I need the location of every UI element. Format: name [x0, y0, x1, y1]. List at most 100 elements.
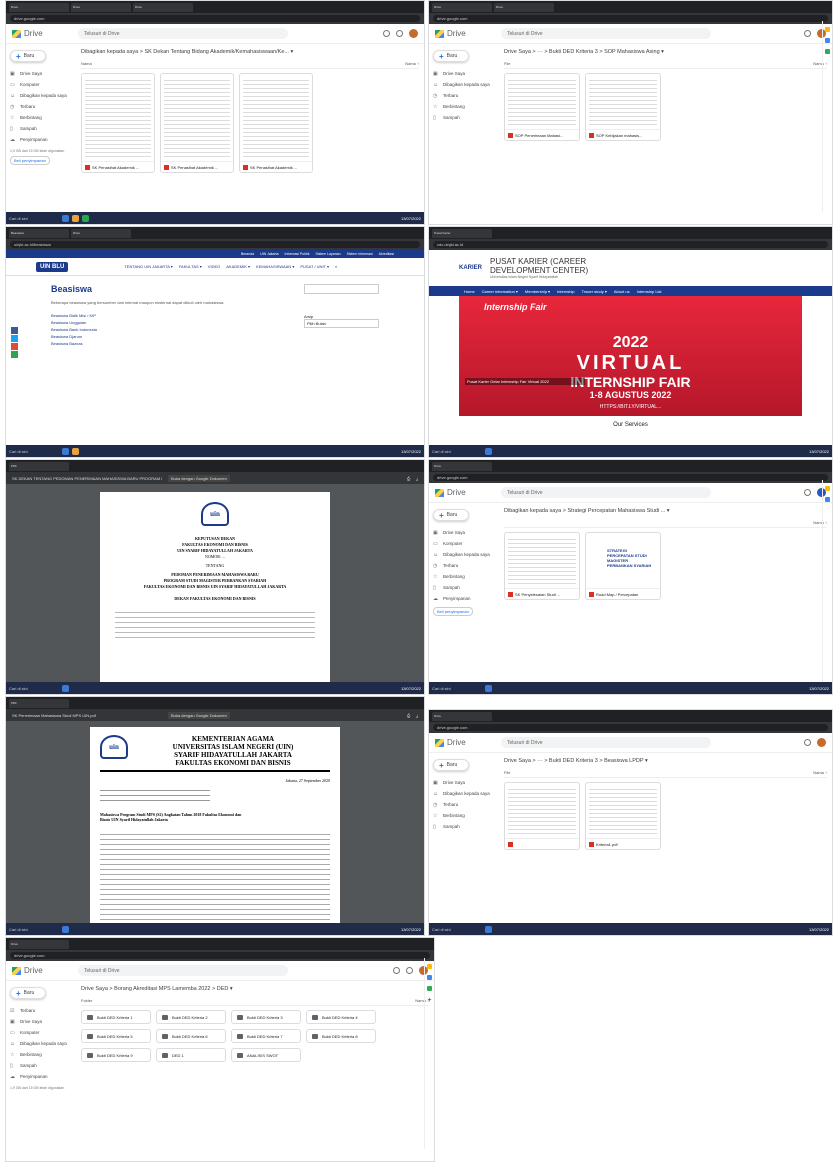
file-card[interactable]: STRATEGI PERCEPATAN STUDI MAGISTER PERBA…	[585, 532, 661, 600]
sidebar-item-recent[interactable]: ◷ Terbaru	[433, 560, 495, 571]
month-select[interactable]: Pilih Bulan	[304, 319, 379, 328]
sidebar-item-starred[interactable]: ☆ Berbintang	[433, 571, 495, 582]
breadcrumb[interactable]: Drive Saya > ··· > Bukti DED Kriteria 3 …	[504, 758, 827, 764]
help-icon[interactable]	[804, 489, 811, 496]
app-icon[interactable]	[72, 447, 79, 455]
browser-tab[interactable]: Drive	[494, 2, 554, 12]
sidebar-item-shared[interactable]: ☺ Dibagikan kepada saya	[433, 788, 495, 799]
url-field[interactable]: drive.google.com	[433, 15, 828, 22]
top-link[interactable]: UIN Jakarta	[260, 252, 278, 256]
url-field[interactable]: drive.google.com	[433, 474, 828, 481]
search-icon[interactable]: ⌕	[335, 264, 337, 269]
search-input[interactable]: Telusuri di Drive	[501, 737, 711, 748]
app-icon[interactable]	[485, 447, 492, 455]
taskbar-search[interactable]: Cari di sini	[9, 686, 59, 691]
app-icon[interactable]	[485, 925, 492, 933]
calendar-icon[interactable]	[825, 486, 830, 491]
folder-item[interactable]: Bukti DED Kriteria 1	[81, 1010, 151, 1024]
top-link[interactable]: Akreditasi	[379, 252, 394, 256]
nav-item[interactable]: About us	[614, 289, 630, 294]
facebook-icon[interactable]	[11, 327, 18, 334]
sidebar-item-starred[interactable]: ☆ Berbintang	[10, 1049, 72, 1060]
browser-tab[interactable]: Drive	[432, 2, 492, 12]
taskbar-search[interactable]: Cari di sini	[432, 686, 482, 691]
sidebar-item-my-drive[interactable]: ▣ Drive Saya	[10, 1016, 72, 1027]
folder-item[interactable]: Bukti DED Kriteria 6	[156, 1029, 226, 1043]
google-plus-icon[interactable]	[11, 343, 18, 350]
sidebar-item-trash[interactable]: ▯ Sampah	[10, 1060, 72, 1071]
download-icon[interactable]: ⤓	[416, 713, 418, 718]
nav-item[interactable]: TENTANG UIN JAKARTA ▾	[124, 264, 172, 269]
sidebar-item-my-drive[interactable]: ▣ Drive Saya	[433, 777, 495, 788]
url-field[interactable]: drive.google.com	[433, 724, 828, 731]
sidebar-item-recent[interactable]: ◷ Terbaru	[10, 101, 72, 112]
sidebar-item-my-drive[interactable]: ▣ Drive Saya	[10, 68, 72, 79]
settings-icon[interactable]	[406, 967, 413, 974]
browser-tab[interactable]: Drive	[9, 939, 69, 949]
avatar[interactable]	[817, 738, 826, 747]
browser-tab[interactable]: Drive	[133, 2, 193, 12]
app-icon[interactable]	[62, 447, 69, 455]
scholarship-link[interactable]: Beasiswa Djarum	[51, 333, 284, 340]
sidebar-item-computers[interactable]: ▭ Komputer	[10, 79, 72, 90]
sidebar-item-recent[interactable]: ◷ Terbaru	[433, 90, 495, 101]
folder-item[interactable]: Bukti DED Kriteria 4	[306, 1010, 376, 1024]
sidebar-item-storage[interactable]: ☁ Penyimpanan	[10, 134, 72, 145]
tasks-icon[interactable]	[427, 986, 432, 991]
nav-item[interactable]: Internship	[557, 289, 575, 294]
browser-tab[interactable]: PDF	[9, 698, 69, 708]
sidebar-item-my-drive[interactable]: ▣ Drive Saya	[433, 68, 495, 79]
sidebar-item-starred[interactable]: ☆ Berbintang	[433, 810, 495, 821]
hero-banner[interactable]: Internship Fair 2022 VIRTUAL INTERNSHIP …	[459, 296, 802, 416]
scholarship-link[interactable]: Beasiswa Baznas	[51, 340, 284, 347]
sidebar-item-storage[interactable]: ☁ Penyimpanan	[433, 593, 495, 604]
app-icon[interactable]	[62, 214, 69, 222]
breadcrumb[interactable]: Dibagikan kepada saya > Strategi Percepa…	[504, 508, 827, 514]
file-card[interactable]	[504, 782, 580, 850]
browser-tab[interactable]: Beasiswa	[9, 228, 69, 238]
sidebar-item-trash[interactable]: ▯ Sampah	[10, 123, 72, 134]
nav-item[interactable]: Career information ▾	[482, 289, 518, 294]
sidebar-item-starred[interactable]: ☆ Berbintang	[10, 112, 72, 123]
url-field[interactable]: drive.google.com	[10, 15, 420, 22]
url-field[interactable]: cdc.uinjkt.ac.id	[433, 241, 828, 248]
keep-icon[interactable]	[825, 38, 830, 43]
app-icon[interactable]	[62, 925, 69, 933]
nav-item[interactable]: PUSAT / UNIT ▾	[300, 264, 329, 269]
calendar-icon[interactable]	[427, 964, 432, 969]
open-with-button[interactable]: Buka dengan Google Dokumen	[168, 711, 230, 719]
search-input[interactable]: Telusuri di Drive	[78, 28, 288, 39]
taskbar-search[interactable]: Cari di sini	[9, 449, 59, 454]
sidebar-item-shared[interactable]: ☺ Dibagikan kepada saya	[10, 90, 72, 101]
tasks-icon[interactable]	[825, 49, 830, 54]
app-icon[interactable]	[485, 684, 492, 692]
download-icon[interactable]: ⤓	[416, 476, 418, 481]
new-button[interactable]: + Baru	[433, 759, 469, 771]
browser-tab[interactable]: Pusat Karier	[432, 228, 492, 238]
app-icon[interactable]	[62, 684, 69, 692]
search-input[interactable]: Telusuri di Drive	[501, 487, 711, 498]
sidebar-item-my-drive[interactable]: ▣ Drive Saya	[433, 527, 495, 538]
sort-button[interactable]: Nama ↑	[813, 770, 827, 775]
drive-logo[interactable]: Drive	[435, 29, 495, 38]
browser-tab[interactable]: Drive	[71, 2, 131, 12]
folder-item[interactable]: Bukti DED Kriteria 2	[156, 1010, 226, 1024]
karier-logo[interactable]: KARIER	[459, 265, 482, 271]
sidebar-item-storage[interactable]: ☁ Penyimpanan	[10, 1071, 72, 1082]
settings-icon[interactable]	[396, 30, 403, 37]
new-button[interactable]: + Baru	[10, 987, 46, 999]
print-icon[interactable]	[11, 351, 18, 358]
taskbar-search[interactable]: Cari di sini	[432, 927, 482, 932]
folder-item[interactable]: Bukti DED Kriteria 3	[231, 1010, 301, 1024]
folder-item[interactable]: Bukti DED Kriteria 9	[81, 1048, 151, 1062]
sidebar-item-trash[interactable]: ▯ Sampah	[433, 112, 495, 123]
url-field[interactable]: uinjkt.ac.id/beasiswa	[10, 241, 420, 248]
help-icon[interactable]	[804, 30, 811, 37]
search-input[interactable]: Telusuri di Drive	[501, 28, 711, 39]
browser-tab[interactable]: Drive	[71, 228, 131, 238]
file-card[interactable]: Kriteria1.pdf	[585, 782, 661, 850]
search-input[interactable]: Telusuri di Drive	[78, 965, 288, 976]
breadcrumb[interactable]: Drive Saya > ··· > Bukti DED Kriteria 3 …	[504, 49, 827, 55]
sidebar-item-trash[interactable]: ▯ Sampah	[433, 582, 495, 593]
browser-tab[interactable]: PDF	[9, 461, 69, 471]
